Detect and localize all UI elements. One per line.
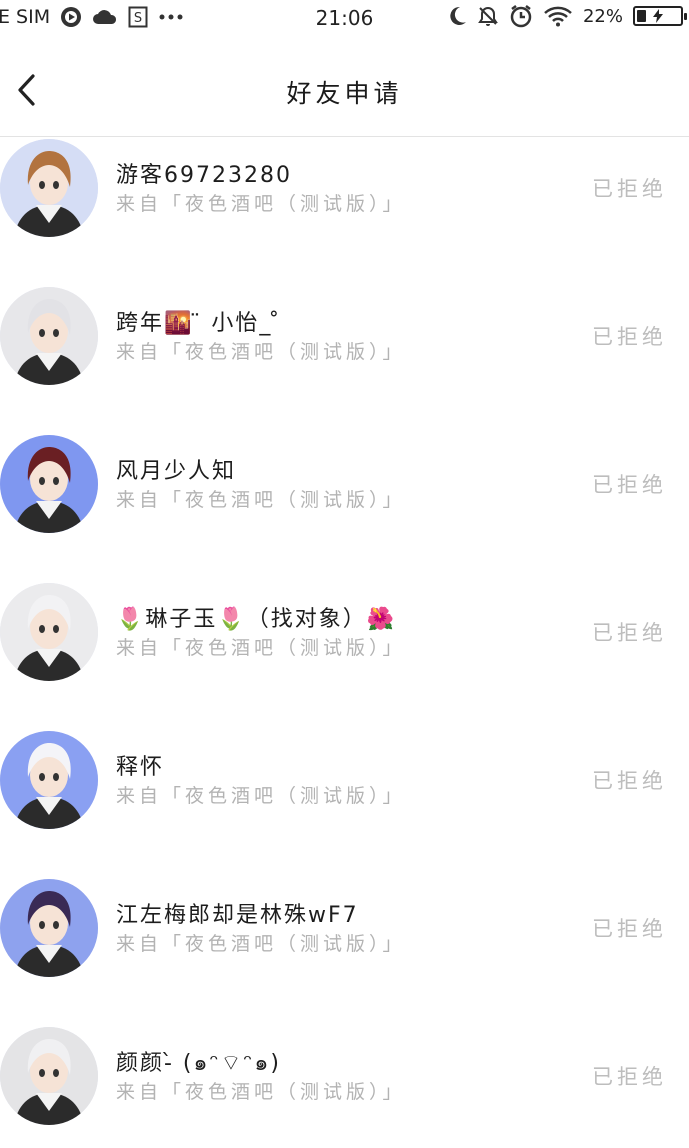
avatar[interactable]: [0, 583, 98, 681]
avatar[interactable]: [0, 287, 98, 385]
request-source: 来自「夜色酒吧（测试版）」: [116, 193, 406, 215]
avatar[interactable]: [0, 731, 98, 829]
friend-request-item[interactable]: 风月少人知来自「夜色酒吧（测试版）」 已拒绝: [0, 397, 689, 545]
requester-name: 颜颜-̀ (๑ᵔ⌔ᵔ๑): [116, 1051, 281, 1076]
friend-request-item[interactable]: 跨年🌇 ̈ 小怡_ ̊ 来自「夜色酒吧（测试版）」 已拒绝: [0, 249, 689, 397]
request-status: 已拒绝: [592, 473, 667, 497]
friend-request-list[interactable]: 游客69723280 来自「夜色酒吧（测试版）」 已拒绝 跨年🌇 ̈ 小怡_ ̊ 来自「…: [0, 137, 689, 1137]
requester-name: 🌷琳子玉🌷（找对象）🌺: [116, 607, 397, 632]
avatar[interactable]: [0, 435, 98, 533]
bell-off-icon: [477, 5, 499, 27]
request-status: 已拒绝: [592, 621, 667, 645]
friend-request-item[interactable]: 江左梅郎却是林殊wF7 来自「夜色酒吧（测试版）」 已拒绝: [0, 841, 689, 989]
request-source: 来自「夜色酒吧（测试版）」: [116, 489, 406, 511]
avatar[interactable]: [0, 879, 98, 977]
request-source: 来自「夜色酒吧（测试版）」: [116, 341, 406, 363]
requester-name: 跨年🌇 ̈ 小怡_ ̊: [116, 311, 282, 336]
friend-request-item[interactable]: 游客69723280 来自「夜色酒吧（测试版）」 已拒绝: [0, 101, 689, 249]
requester-name: 江左梅郎却是林殊wF7: [116, 903, 359, 928]
request-source: 来自「夜色酒吧（测试版）」: [116, 637, 406, 659]
moon-icon: [447, 5, 467, 27]
request-source: 来自「夜色酒吧（测试版）」: [116, 1081, 406, 1103]
battery-percent: 22%: [582, 5, 623, 27]
status-bar: E SIM S 21:06 22%: [0, 0, 689, 36]
request-status: 已拒绝: [592, 769, 667, 793]
requester-name: 游客69723280: [116, 163, 292, 188]
status-bar-right: 22%: [447, 4, 687, 28]
avatar[interactable]: [0, 139, 98, 237]
battery-icon: [633, 6, 687, 26]
request-status: 已拒绝: [592, 325, 667, 349]
requester-name: 释怀: [116, 755, 165, 780]
friend-request-item[interactable]: 释怀来自「夜色酒吧（测试版）」 已拒绝: [0, 693, 689, 841]
requester-name: 风月少人知: [116, 459, 237, 484]
friend-request-item[interactable]: 颜颜-̀ (๑ᵔ⌔ᵔ๑) 来自「夜色酒吧（测试版）」 已拒绝: [0, 989, 689, 1137]
request-status: 已拒绝: [592, 917, 667, 941]
avatar[interactable]: [0, 1027, 98, 1125]
request-status: 已拒绝: [592, 177, 667, 201]
wifi-icon: [543, 5, 573, 27]
request-source: 来自「夜色酒吧（测试版）」: [116, 785, 406, 807]
alarm-icon: [509, 4, 533, 28]
friend-request-item[interactable]: 🌷琳子玉🌷（找对象）🌺 来自「夜色酒吧（测试版）」 已拒绝: [0, 545, 689, 693]
request-source: 来自「夜色酒吧（测试版）」: [116, 933, 406, 955]
battery-level: [637, 10, 647, 22]
request-status: 已拒绝: [592, 1065, 667, 1089]
